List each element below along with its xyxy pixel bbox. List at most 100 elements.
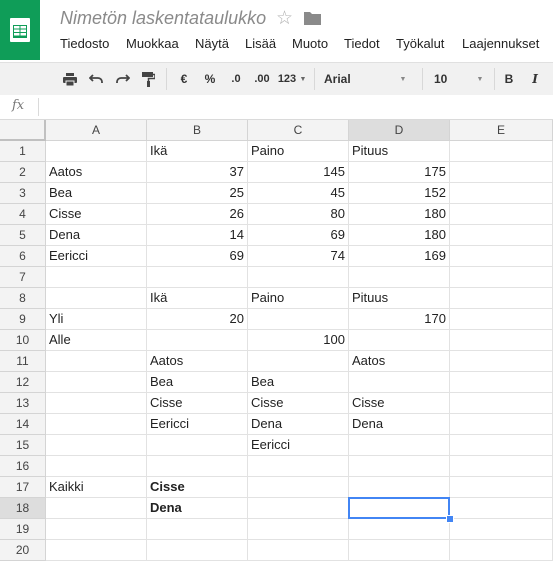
row-header-14[interactable]: 14 xyxy=(0,414,46,435)
row-header-19[interactable]: 19 xyxy=(0,519,46,540)
cell-e17[interactable] xyxy=(450,477,553,498)
column-header-e[interactable]: E xyxy=(450,120,553,141)
increase-decimals-button[interactable]: .00 xyxy=(251,63,273,95)
cell-d8[interactable]: Pituus xyxy=(349,288,450,309)
cell-b12[interactable]: Bea xyxy=(147,372,248,393)
row-header-8[interactable]: 8 xyxy=(0,288,46,309)
cell-a15[interactable] xyxy=(46,435,147,456)
cell-b4[interactable]: 26 xyxy=(147,204,248,225)
row-header-7[interactable]: 7 xyxy=(0,267,46,288)
cell-b1[interactable]: Ikä xyxy=(147,141,248,162)
cell-c18[interactable] xyxy=(248,498,349,519)
cell-d4[interactable]: 180 xyxy=(349,204,450,225)
column-header-b[interactable]: B xyxy=(147,120,248,141)
row-header-20[interactable]: 20 xyxy=(0,540,46,561)
cell-b10[interactable] xyxy=(147,330,248,351)
menu-nayta[interactable]: Näytä xyxy=(195,36,229,51)
cell-b15[interactable] xyxy=(147,435,248,456)
cell-e11[interactable] xyxy=(450,351,553,372)
star-icon[interactable]: ☆ xyxy=(276,7,293,30)
more-formats-button[interactable]: 123 xyxy=(276,63,298,95)
cell-c20[interactable] xyxy=(248,540,349,561)
cell-e1[interactable] xyxy=(450,141,553,162)
cell-e19[interactable] xyxy=(450,519,553,540)
document-title[interactable]: Nimetön laskentataulukko xyxy=(60,8,266,29)
row-header-9[interactable]: 9 xyxy=(0,309,46,330)
cell-c15[interactable]: Eericci xyxy=(248,435,349,456)
cell-c16[interactable] xyxy=(248,456,349,477)
percent-button[interactable]: % xyxy=(202,63,218,95)
menu-tyokalut[interactable]: Työkalut xyxy=(396,36,444,51)
cell-d15[interactable] xyxy=(349,435,450,456)
cell-c12[interactable]: Bea xyxy=(248,372,349,393)
cell-b19[interactable] xyxy=(147,519,248,540)
cell-c7[interactable] xyxy=(248,267,349,288)
cell-b16[interactable] xyxy=(147,456,248,477)
row-header-18[interactable]: 18 xyxy=(0,498,46,519)
select-all-corner[interactable] xyxy=(0,120,46,141)
cell-a2[interactable]: Aatos xyxy=(46,162,147,183)
menu-muoto[interactable]: Muoto xyxy=(292,36,328,51)
cell-a17[interactable]: Kaikki xyxy=(46,477,147,498)
cell-a3[interactable]: Bea xyxy=(46,183,147,204)
sheets-logo[interactable] xyxy=(0,0,40,60)
cell-e8[interactable] xyxy=(450,288,553,309)
cell-c11[interactable] xyxy=(248,351,349,372)
cell-d3[interactable]: 152 xyxy=(349,183,450,204)
cell-e14[interactable] xyxy=(450,414,553,435)
cell-b11[interactable]: Aatos xyxy=(147,351,248,372)
cell-e13[interactable] xyxy=(450,393,553,414)
cell-c1[interactable]: Paino xyxy=(248,141,349,162)
cell-d20[interactable] xyxy=(349,540,450,561)
cell-c10[interactable]: 100 xyxy=(248,330,349,351)
cell-e5[interactable] xyxy=(450,225,553,246)
cell-a6[interactable]: Eericci xyxy=(46,246,147,267)
column-header-a[interactable]: A xyxy=(46,120,147,141)
cell-d6[interactable]: 169 xyxy=(349,246,450,267)
row-header-16[interactable]: 16 xyxy=(0,456,46,477)
cell-e6[interactable] xyxy=(450,246,553,267)
formula-input[interactable] xyxy=(46,98,546,116)
row-header-15[interactable]: 15 xyxy=(0,435,46,456)
cell-c8[interactable]: Paino xyxy=(248,288,349,309)
print-icon[interactable] xyxy=(60,63,80,95)
cell-b20[interactable] xyxy=(147,540,248,561)
cell-c6[interactable]: 74 xyxy=(248,246,349,267)
cell-e18[interactable] xyxy=(450,498,553,519)
cell-b3[interactable]: 25 xyxy=(147,183,248,204)
row-header-17[interactable]: 17 xyxy=(0,477,46,498)
bold-button[interactable]: B xyxy=(502,63,516,95)
cell-e20[interactable] xyxy=(450,540,553,561)
cell-e10[interactable] xyxy=(450,330,553,351)
cell-c13[interactable]: Cisse xyxy=(248,393,349,414)
font-select[interactable]: Arial xyxy=(324,63,404,95)
menu-tiedosto[interactable]: Tiedosto xyxy=(60,36,109,51)
cell-d10[interactable] xyxy=(349,330,450,351)
redo-icon[interactable] xyxy=(112,63,132,95)
cell-c4[interactable]: 80 xyxy=(248,204,349,225)
cell-d12[interactable] xyxy=(349,372,450,393)
cell-b8[interactable]: Ikä xyxy=(147,288,248,309)
cell-c14[interactable]: Dena xyxy=(248,414,349,435)
row-header-6[interactable]: 6 xyxy=(0,246,46,267)
cell-a13[interactable] xyxy=(46,393,147,414)
paint-format-icon[interactable] xyxy=(138,63,158,95)
cell-a1[interactable] xyxy=(46,141,147,162)
cell-e15[interactable] xyxy=(450,435,553,456)
cell-c3[interactable]: 45 xyxy=(248,183,349,204)
row-header-3[interactable]: 3 xyxy=(0,183,46,204)
row-header-4[interactable]: 4 xyxy=(0,204,46,225)
cell-d16[interactable] xyxy=(349,456,450,477)
menu-tiedot[interactable]: Tiedot xyxy=(344,36,380,51)
cell-c19[interactable] xyxy=(248,519,349,540)
menu-laajennukset[interactable]: Laajennukset xyxy=(462,36,539,51)
cell-c5[interactable]: 69 xyxy=(248,225,349,246)
cell-b13[interactable]: Cisse xyxy=(147,393,248,414)
cell-a20[interactable] xyxy=(46,540,147,561)
cell-b14[interactable]: Eericci xyxy=(147,414,248,435)
cell-e9[interactable] xyxy=(450,309,553,330)
cell-d13[interactable]: Cisse xyxy=(349,393,450,414)
menu-lisaa[interactable]: Lisää xyxy=(245,36,276,51)
cell-c17[interactable] xyxy=(248,477,349,498)
cell-e12[interactable] xyxy=(450,372,553,393)
